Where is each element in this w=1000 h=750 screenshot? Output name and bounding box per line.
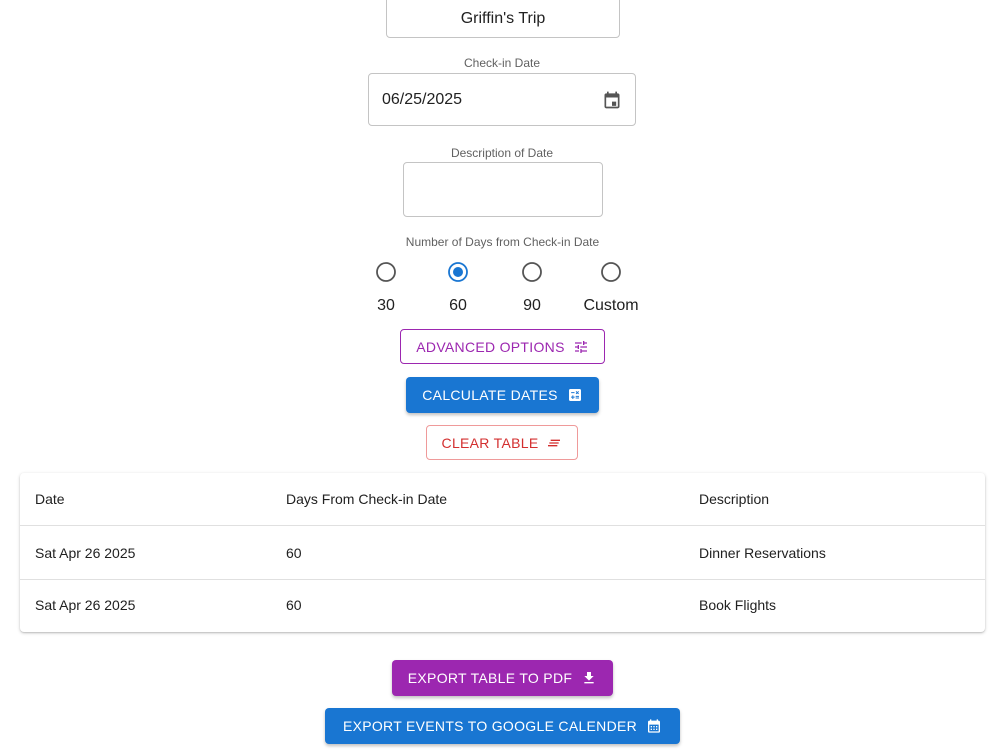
dates-table: Date Days From Check-in Date Description…: [20, 473, 985, 632]
export-pdf-label: EXPORT TABLE TO PDF: [407, 670, 573, 686]
radio-90[interactable]: [521, 261, 543, 283]
radio-custom[interactable]: [600, 261, 622, 283]
table-row: Sat Apr 26 2025 60 Book Flights: [20, 579, 985, 631]
header-date: Date: [35, 491, 65, 507]
export-google-calendar-label: EXPORT EVENTS TO GOOGLE CALENDER: [342, 718, 638, 734]
table-header-row: Date Days From Check-in Date Description: [20, 473, 985, 526]
clear-all-icon: [546, 435, 562, 451]
radio-label-90: 90: [523, 297, 541, 314]
description-label: Description of Date: [450, 146, 554, 160]
description-field[interactable]: [403, 162, 603, 217]
header-description: Description: [699, 491, 770, 507]
calculate-dates-button[interactable]: CALCULATE DATES: [406, 377, 599, 413]
advanced-options-label: ADVANCED OPTIONS: [416, 338, 565, 355]
trip-name-field[interactable]: Griffin's Trip: [386, 0, 620, 38]
radio-30[interactable]: [375, 261, 397, 283]
radio-label-60: 60: [449, 297, 467, 314]
export-pdf-button[interactable]: EXPORT TABLE TO PDF: [392, 660, 613, 696]
calendar-icon[interactable]: [601, 89, 623, 111]
cell-date: Sat Apr 26 2025: [35, 597, 136, 613]
export-google-calendar-button[interactable]: EXPORT EVENTS TO GOOGLE CALENDER: [325, 708, 680, 744]
advanced-options-button[interactable]: ADVANCED OPTIONS: [400, 329, 605, 364]
table-row: Sat Apr 26 2025 60 Dinner Reservations: [20, 527, 985, 580]
checkin-date-value: 06/25/2025: [382, 90, 463, 108]
radio-label-custom: Custom: [583, 297, 639, 314]
days-label: Number of Days from Check-in Date: [405, 235, 600, 249]
cell-days: 60: [286, 597, 302, 613]
cell-description: Dinner Reservations: [699, 545, 826, 561]
radio-60[interactable]: [447, 261, 469, 283]
clear-table-label: CLEAR TABLE: [441, 434, 539, 451]
calculator-icon: [567, 387, 583, 403]
cell-date: Sat Apr 26 2025: [35, 545, 136, 561]
cell-days: 60: [286, 545, 302, 561]
trip-name-value: Griffin's Trip: [460, 10, 546, 27]
checkin-date-field[interactable]: 06/25/2025: [368, 73, 636, 126]
calendar-month-icon: [646, 718, 662, 734]
radio-label-30: 30: [377, 297, 395, 314]
header-days: Days From Check-in Date: [286, 491, 448, 507]
download-icon: [581, 670, 597, 686]
cell-description: Book Flights: [699, 597, 777, 613]
tune-icon: [573, 339, 589, 355]
calculate-dates-label: CALCULATE DATES: [422, 387, 558, 403]
page: Griffin's Trip Check-in Date 06/25/2025 …: [0, 0, 1000, 750]
checkin-label: Check-in Date: [463, 56, 541, 70]
clear-table-button[interactable]: CLEAR TABLE: [426, 425, 578, 460]
